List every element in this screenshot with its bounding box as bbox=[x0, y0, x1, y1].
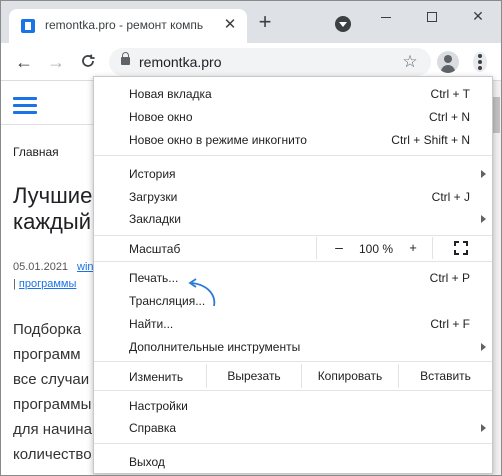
annotation-arrow-icon bbox=[188, 278, 216, 307]
menu-item-shortcut: Ctrl + Shift + N bbox=[391, 133, 470, 147]
kebab-menu-icon[interactable] bbox=[473, 52, 487, 72]
menu-item-shortcut: Ctrl + J bbox=[431, 190, 470, 204]
zoom-in-button[interactable]: + bbox=[406, 240, 420, 255]
chevron-right-icon bbox=[481, 170, 486, 178]
menu-item-find[interactable]: Найти... Ctrl + F bbox=[94, 313, 492, 335]
maximize-button[interactable] bbox=[409, 1, 455, 31]
address-bar[interactable]: remontka.pro ☆ bbox=[109, 48, 431, 76]
menu-item-label: Найти... bbox=[129, 317, 174, 331]
body-line: количество bbox=[13, 446, 92, 463]
menu-item-label: Загрузки bbox=[129, 190, 178, 204]
menu-item-label: Новое окно bbox=[129, 110, 193, 124]
zoom-label: Масштаб bbox=[129, 242, 181, 256]
tab-active[interactable]: remontka.pro - ремонт компь ✕ bbox=[9, 9, 247, 43]
menu-item-label: Настройки bbox=[129, 399, 188, 413]
menu-item-label: Дополнительные инструменты bbox=[129, 340, 301, 354]
chevron-right-icon bbox=[481, 343, 486, 351]
reload-icon[interactable] bbox=[78, 52, 98, 72]
copy-button[interactable]: Копировать bbox=[302, 364, 398, 388]
menu-item-print[interactable]: Печать... Ctrl + P bbox=[94, 267, 492, 289]
menu-separator bbox=[94, 261, 492, 262]
star-icon[interactable]: ☆ bbox=[399, 51, 421, 73]
close-icon[interactable]: ✕ bbox=[221, 16, 239, 34]
chevron-right-icon bbox=[481, 215, 486, 223]
body-line: программ bbox=[13, 346, 81, 363]
menu-item-shortcut: Ctrl + P bbox=[429, 271, 470, 285]
menu-item-help[interactable]: Справка bbox=[94, 417, 492, 439]
url-text[interactable]: remontka.pro bbox=[139, 54, 221, 70]
menu-item-history[interactable]: История bbox=[94, 163, 492, 185]
category-line: | программы bbox=[13, 278, 76, 290]
menu-separator bbox=[94, 361, 492, 362]
menu-item-incognito[interactable]: Новое окно в режиме инкогнито Ctrl + Shi… bbox=[94, 129, 492, 151]
tab-title: remontka.pro - ремонт компь bbox=[45, 18, 204, 32]
browser-window: remontka.pro - ремонт компь ✕ + ✕ ← → re… bbox=[0, 0, 502, 476]
body-line: программы bbox=[13, 396, 92, 413]
chrome-menu: Новая вкладка Ctrl + T Новое окно Ctrl +… bbox=[93, 76, 493, 474]
hamburger-icon[interactable] bbox=[13, 97, 37, 115]
body-line: Подборка bbox=[13, 321, 82, 338]
favicon-icon bbox=[21, 19, 35, 33]
minimize-button[interactable] bbox=[363, 1, 409, 31]
plus-icon[interactable]: + bbox=[255, 11, 275, 33]
menu-item-bookmarks[interactable]: Закладки bbox=[94, 208, 492, 230]
divider bbox=[316, 237, 317, 259]
profile-icon[interactable] bbox=[437, 51, 459, 73]
divider bbox=[432, 237, 433, 259]
menu-edit-row: Изменить Вырезать Копировать Вставить bbox=[94, 364, 492, 388]
menu-item-label: Справка bbox=[129, 421, 177, 435]
menu-separator bbox=[94, 443, 492, 444]
menu-item-cast[interactable]: Трансляция... bbox=[94, 290, 492, 312]
zoom-value: 100 % bbox=[358, 242, 394, 256]
forward-icon[interactable]: → bbox=[46, 52, 66, 72]
menu-item-settings[interactable]: Настройки bbox=[94, 395, 492, 417]
chevron-right-icon bbox=[481, 424, 486, 432]
menu-item-new-window[interactable]: Новое окно Ctrl + N bbox=[94, 106, 492, 128]
menu-item-downloads[interactable]: Загрузки Ctrl + J bbox=[94, 186, 492, 208]
tab-strip: remontka.pro - ремонт компь ✕ + ✕ bbox=[1, 1, 501, 43]
menu-item-shortcut: Ctrl + T bbox=[430, 87, 470, 101]
category-link[interactable]: программы bbox=[19, 278, 76, 290]
menu-item-label: Новая вкладка bbox=[129, 87, 212, 101]
article-date: 05.01.2021 bbox=[13, 261, 69, 273]
menu-item-more-tools[interactable]: Дополнительные инструменты bbox=[94, 336, 492, 358]
menu-separator bbox=[94, 235, 492, 236]
back-icon[interactable]: ← bbox=[14, 52, 34, 72]
article-body: Подборка программ все случаи программы д… bbox=[13, 317, 103, 467]
menu-item-label: История bbox=[129, 167, 176, 181]
author-link[interactable]: win bbox=[77, 261, 94, 273]
menu-zoom-row: Масштаб – 100 % + bbox=[94, 237, 492, 259]
menu-item-label: Выход bbox=[129, 455, 165, 469]
menu-item-label: Новое окно в режиме инкогнито bbox=[129, 133, 307, 147]
cut-button[interactable]: Вырезать bbox=[207, 364, 301, 388]
body-line: для начина bbox=[13, 421, 92, 438]
zoom-out-button[interactable]: – bbox=[332, 239, 346, 255]
body-line: все случаи bbox=[13, 371, 90, 388]
menu-item-new-tab[interactable]: Новая вкладка Ctrl + T bbox=[94, 83, 492, 105]
fullscreen-icon[interactable] bbox=[454, 241, 468, 255]
edit-label: Изменить bbox=[129, 370, 184, 384]
window-close-button[interactable]: ✕ bbox=[455, 1, 501, 31]
menu-item-shortcut: Ctrl + N bbox=[428, 110, 470, 124]
menu-separator bbox=[94, 390, 492, 391]
menu-item-label: Закладки bbox=[129, 212, 181, 226]
menu-separator bbox=[94, 155, 492, 156]
breadcrumb[interactable]: Главная bbox=[13, 145, 59, 159]
lock-icon[interactable] bbox=[121, 52, 130, 65]
menu-item-label: Печать... bbox=[129, 271, 179, 285]
paste-button[interactable]: Вставить bbox=[399, 364, 492, 388]
tab-search-icon[interactable] bbox=[335, 16, 351, 32]
menu-item-exit[interactable]: Выход bbox=[94, 451, 492, 473]
scrollbar-thumb[interactable] bbox=[492, 97, 500, 133]
menu-item-shortcut: Ctrl + F bbox=[430, 317, 470, 331]
